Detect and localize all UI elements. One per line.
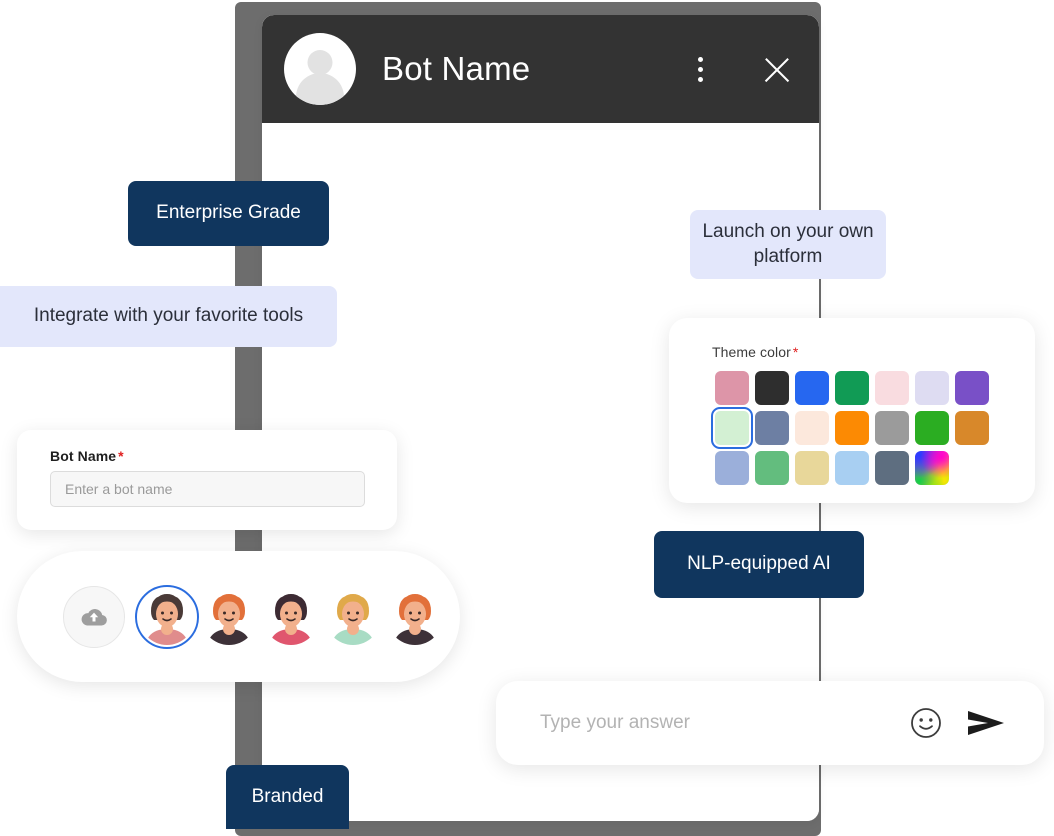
swatch-sky[interactable] bbox=[835, 451, 869, 485]
swatch-cell-11 bbox=[872, 411, 912, 445]
chat-message-input[interactable] bbox=[540, 712, 910, 734]
swatch-cell-1 bbox=[752, 371, 792, 405]
swatch-light-pink[interactable] bbox=[875, 371, 909, 405]
swatch-green[interactable] bbox=[835, 371, 869, 405]
swatch-cell-12 bbox=[912, 411, 952, 445]
swatch-purple[interactable] bbox=[955, 371, 989, 405]
required-asterisk: * bbox=[118, 448, 124, 464]
theme-color-label-text: Theme color bbox=[712, 344, 791, 360]
swatch-custom-rainbow[interactable] bbox=[915, 451, 949, 485]
swatch-cell-0 bbox=[712, 371, 752, 405]
swatch-orange[interactable] bbox=[835, 411, 869, 445]
swatch-sand[interactable] bbox=[795, 451, 829, 485]
swatch-cell-9 bbox=[792, 411, 832, 445]
bot-name-card: Bot Name * bbox=[17, 430, 397, 530]
feature-badge-enterprise-grade: Enterprise Grade bbox=[128, 181, 329, 246]
required-asterisk: * bbox=[792, 344, 799, 360]
swatch-steel[interactable] bbox=[875, 451, 909, 485]
page-title: Bot Name bbox=[382, 50, 531, 87]
swatch-cell-2 bbox=[792, 371, 832, 405]
swatch-cell-13 bbox=[952, 411, 992, 445]
swatch-cell-17 bbox=[832, 451, 872, 485]
theme-color-label: Theme color * bbox=[712, 344, 1035, 360]
swatch-cell-15 bbox=[752, 451, 792, 485]
smiley-face-icon[interactable] bbox=[910, 707, 942, 739]
swatch-cell-3 bbox=[832, 371, 872, 405]
swatch-mint[interactable] bbox=[710, 406, 754, 450]
avatar-woman-red-hair[interactable] bbox=[201, 589, 257, 645]
feature-badge-launch-platform: Launch on your own platform bbox=[690, 210, 886, 279]
person-avatar-icon bbox=[284, 33, 356, 105]
bot-name-input[interactable] bbox=[50, 471, 365, 507]
avatar-picker bbox=[17, 551, 460, 682]
swatch-jade[interactable] bbox=[755, 451, 789, 485]
swatch-near-black[interactable] bbox=[755, 371, 789, 405]
swatch-amber[interactable] bbox=[955, 411, 989, 445]
theme-color-card: Theme color * bbox=[669, 318, 1035, 503]
page-root: Bot Name Enterprise Grade Integrate with… bbox=[0, 0, 1054, 836]
feature-badge-nlp-ai: NLP-equipped AI bbox=[654, 531, 864, 598]
swatch-cell-5 bbox=[912, 371, 952, 405]
swatch-lavender[interactable] bbox=[915, 371, 949, 405]
chat-input-bar bbox=[496, 681, 1044, 765]
cloud-upload-glyph bbox=[81, 608, 107, 625]
kebab-menu-icon[interactable] bbox=[685, 51, 715, 87]
swatch-cell-16 bbox=[792, 451, 832, 485]
feature-badge-integrate-tools: Integrate with your favorite tools bbox=[0, 286, 337, 347]
avatar-man-beard-ginger[interactable] bbox=[387, 589, 443, 645]
swatch-cell-4 bbox=[872, 371, 912, 405]
swatch-periwinkle[interactable] bbox=[715, 451, 749, 485]
theme-color-swatch-grid bbox=[710, 371, 1035, 485]
send-paper-plane-icon[interactable] bbox=[966, 708, 1006, 738]
swatch-blue[interactable] bbox=[795, 371, 829, 405]
close-icon[interactable] bbox=[757, 49, 797, 89]
avatar-girl-black-bob[interactable] bbox=[263, 589, 319, 645]
feature-badge-branded: Branded bbox=[226, 765, 349, 829]
swatch-cell-8 bbox=[752, 411, 792, 445]
swatch-cell-10 bbox=[832, 411, 872, 445]
chat-window-header: Bot Name bbox=[262, 15, 819, 123]
swatch-cell-18 bbox=[872, 451, 912, 485]
swatch-cell-14 bbox=[712, 451, 752, 485]
swatch-cell-7 bbox=[710, 406, 754, 450]
swatch-gray[interactable] bbox=[875, 411, 909, 445]
cloud-upload-icon[interactable] bbox=[63, 585, 125, 648]
bot-name-label-text: Bot Name bbox=[50, 448, 117, 464]
swatch-cell-6 bbox=[952, 371, 992, 405]
swatch-cream[interactable] bbox=[795, 411, 829, 445]
swatch-rose[interactable] bbox=[715, 371, 749, 405]
avatar-woman-blonde[interactable] bbox=[325, 589, 381, 645]
avatar-man-dark-hair[interactable] bbox=[135, 584, 199, 649]
bot-name-label: Bot Name * bbox=[50, 448, 375, 464]
swatch-cell-19 bbox=[912, 451, 952, 485]
swatch-grass-green[interactable] bbox=[915, 411, 949, 445]
swatch-slate-blue[interactable] bbox=[755, 411, 789, 445]
